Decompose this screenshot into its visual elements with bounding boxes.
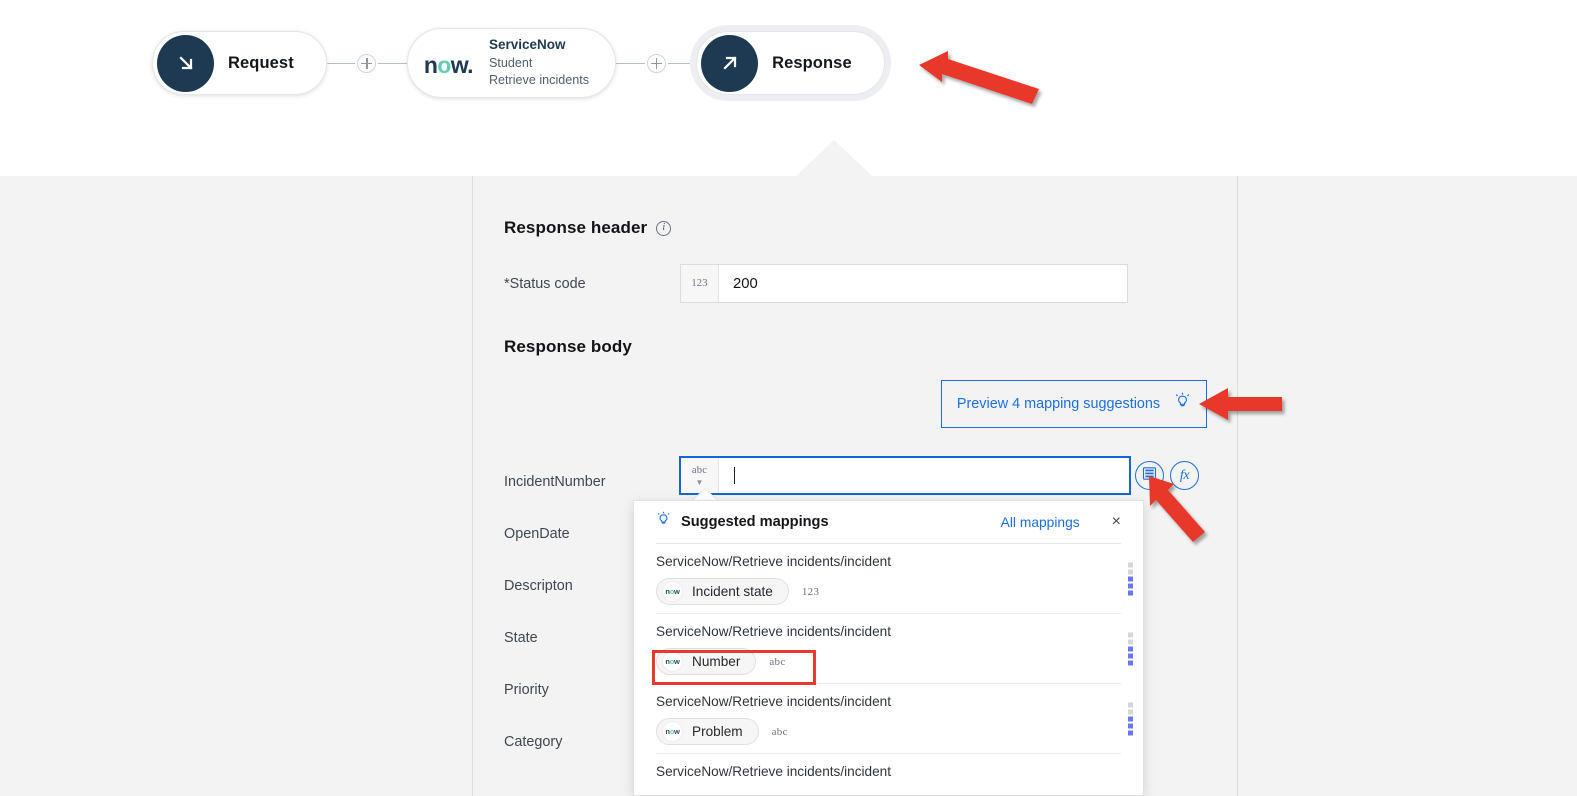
field-label-opendate: OpenDate: [504, 508, 606, 560]
chevron-down-icon: ▼: [695, 479, 703, 487]
mapping-suggestion-row[interactable]: ServiceNow/Retrieve incidents/incident: [634, 754, 1143, 796]
field-label-state: State: [504, 612, 606, 664]
drag-handle-icon[interactable]: [1128, 562, 1133, 595]
mapping-token-label: Incident state: [692, 584, 773, 599]
connector-line: [668, 63, 697, 64]
arrow-up-right-icon: [701, 35, 758, 92]
flow-node-servicenow-title: ServiceNow: [489, 37, 589, 54]
flow-node-response[interactable]: Response: [696, 31, 885, 95]
flow-node-servicenow-action: Retrieve incidents: [489, 72, 589, 89]
mapping-token[interactable]: now Incident state: [656, 578, 789, 605]
mapping-source-path: ServiceNow/Retrieve incidents/incident: [656, 624, 1121, 639]
response-body-title: Response body: [504, 337, 632, 356]
connector-line: [616, 63, 645, 64]
mapping-list-icon: [1142, 466, 1157, 486]
lightbulb-icon: [656, 511, 671, 533]
page-title: Response header: [504, 218, 647, 238]
servicenow-badge-icon: now: [662, 581, 683, 602]
mapping-source-path: ServiceNow/Retrieve incidents/incident: [656, 694, 1121, 709]
field-label-category: Category: [504, 716, 606, 768]
popup-title: Suggested mappings: [681, 514, 829, 530]
plus-icon[interactable]: [647, 54, 666, 73]
servicenow-badge-icon: now: [662, 721, 683, 742]
response-body-field-labels: IncidentNumber OpenDate Descripton State…: [504, 456, 606, 768]
response-header-title-row: Response header i: [504, 218, 671, 238]
panel-right-divider: [1237, 176, 1238, 796]
status-code-input[interactable]: 123 200: [680, 264, 1128, 303]
arrow-down-right-icon: [157, 35, 214, 92]
info-icon[interactable]: i: [656, 221, 671, 236]
close-icon[interactable]: ×: [1112, 514, 1121, 530]
flow-node-request[interactable]: Request: [152, 31, 327, 95]
type-chip-text[interactable]: abc ▼: [681, 458, 719, 493]
flow-node-servicenow[interactable]: now. ServiceNow Student Retrieve inciden…: [407, 28, 616, 98]
mapping-source-path: ServiceNow/Retrieve incidents/incident: [656, 554, 1121, 569]
connector-2: [616, 54, 696, 73]
drag-handle-icon[interactable]: [1128, 702, 1133, 735]
popup-header: Suggested mappings All mappings ×: [634, 501, 1143, 543]
mapping-token[interactable]: now Problem: [656, 718, 759, 745]
response-body-title-row: Response body: [504, 337, 632, 357]
mapping-picker-button[interactable]: [1135, 461, 1164, 490]
mapping-token-label: Problem: [692, 724, 743, 739]
flow-canvas: Request now. ServiceNow Student Retrieve…: [0, 0, 1577, 176]
servicenow-logo-icon: now.: [424, 54, 473, 77]
connector-1: [327, 54, 407, 73]
type-chip-text-label: abc: [692, 465, 707, 476]
mapping-type-label: 123: [802, 586, 819, 598]
fx-icon: fx: [1180, 468, 1189, 484]
status-code-row: *Status code 123 200: [504, 264, 1224, 303]
mapping-suggestion-row[interactable]: ServiceNow/Retrieve incidents/incident n…: [634, 614, 1143, 683]
drag-handle-icon[interactable]: [1128, 632, 1133, 665]
mapping-token-label: Number: [692, 654, 740, 669]
all-mappings-link[interactable]: All mappings: [1001, 515, 1080, 530]
flow-node-request-label: Request: [228, 54, 294, 73]
field-label-descripton: Descripton: [504, 560, 606, 612]
mapping-token[interactable]: now Number: [656, 648, 756, 675]
servicenow-badge-icon: now: [662, 651, 683, 672]
suggested-mappings-popup: Suggested mappings All mappings × Servic…: [633, 500, 1144, 796]
plus-icon[interactable]: [357, 54, 376, 73]
preview-mapping-suggestions-label: Preview 4 mapping suggestions: [957, 396, 1160, 412]
incidentnumber-input[interactable]: abc ▼: [679, 456, 1131, 495]
status-code-value[interactable]: 200: [719, 265, 1127, 302]
formula-button[interactable]: fx: [1170, 461, 1199, 490]
status-code-label: *Status code: [504, 276, 680, 292]
connector-line: [378, 63, 407, 64]
mapping-suggestion-row[interactable]: ServiceNow/Retrieve incidents/incident n…: [634, 544, 1143, 613]
connector-line: [327, 63, 356, 64]
flow-node-row: Request now. ServiceNow Student Retrieve…: [152, 28, 885, 98]
mapping-type-label: abc: [769, 656, 785, 668]
preview-mapping-suggestions-button[interactable]: Preview 4 mapping suggestions: [941, 380, 1207, 428]
panel-left-divider: [472, 176, 473, 796]
panel-caret: [795, 140, 873, 177]
field-label-incidentnumber: IncidentNumber: [504, 456, 606, 508]
lightbulb-icon: [1174, 392, 1191, 416]
type-chip-number[interactable]: 123: [681, 265, 719, 302]
mapping-suggestion-row[interactable]: ServiceNow/Retrieve incidents/incident n…: [634, 684, 1143, 753]
field-label-priority: Priority: [504, 664, 606, 716]
flow-node-servicenow-subtitle: Student: [489, 55, 589, 72]
text-cursor: [734, 467, 735, 484]
mapping-type-label: abc: [772, 726, 788, 738]
mapping-source-path: ServiceNow/Retrieve incidents/incident: [656, 764, 1121, 779]
flow-node-response-label: Response: [772, 54, 852, 73]
